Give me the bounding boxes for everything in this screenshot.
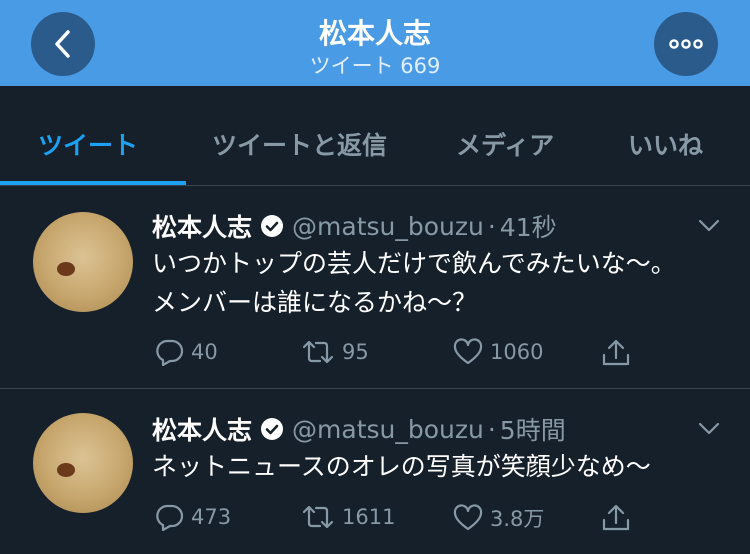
retweet-icon	[302, 505, 334, 529]
tab-tweets[interactable]: ツイート	[38, 126, 138, 162]
reply-button[interactable]: 473	[155, 503, 231, 531]
profile-header: 松本人志 ツイート 669	[0, 0, 750, 86]
like-button[interactable]: 1060	[452, 338, 543, 366]
avatar[interactable]	[33, 413, 133, 513]
share-button[interactable]	[600, 503, 638, 533]
more-horizontal-icon	[669, 39, 703, 49]
separator-dot: ·	[487, 414, 496, 444]
avatar-image-detail	[57, 463, 75, 477]
reply-count: 40	[191, 340, 218, 364]
tab-tweets-and-replies[interactable]: ツイートと返信	[212, 126, 387, 162]
share-icon	[602, 504, 630, 531]
avatar-image-detail	[57, 262, 75, 276]
retweet-count: 1611	[342, 505, 396, 529]
separator-dot: ·	[487, 211, 496, 241]
retweet-button[interactable]: 95	[300, 338, 369, 366]
reply-icon	[156, 504, 184, 531]
tweet-header: 松本人志 @matsu_bouzu · 5時間	[152, 411, 566, 447]
verified-badge-icon	[261, 215, 284, 237]
verified-badge-icon	[261, 418, 284, 440]
retweet-count: 95	[342, 340, 369, 364]
tweet-text: ネットニュースのオレの写真が笑顔少なめ〜	[152, 452, 651, 481]
share-button[interactable]	[600, 338, 638, 368]
tweet-author-name[interactable]: 松本人志	[152, 411, 252, 447]
tweet-item[interactable]: 松本人志 @matsu_bouzu · 5時間 ネットニュースのオレの写真が笑顔…	[0, 389, 750, 554]
heart-icon	[453, 504, 483, 531]
profile-tabs: ツイート ツイートと返信 メディア いいね	[0, 86, 750, 186]
retweet-button[interactable]: 1611	[300, 503, 395, 531]
tab-media[interactable]: メディア	[456, 126, 554, 162]
like-count: 1060	[490, 340, 544, 364]
retweet-icon	[302, 340, 334, 364]
tweet-timestamp[interactable]: 41秒	[500, 208, 557, 244]
tweet-header: 松本人志 @matsu_bouzu · 41秒	[152, 208, 557, 244]
share-icon	[602, 339, 630, 366]
tab-likes[interactable]: いいね	[628, 126, 703, 162]
active-tab-indicator	[0, 181, 186, 185]
like-button[interactable]: 3.8万	[452, 503, 544, 533]
chevron-down-icon[interactable]	[697, 218, 721, 234]
tweet-text: いつかトップの芸人だけで飲んでみたいな〜。メンバーは誰になるかね〜？	[152, 249, 676, 317]
tweet-author-name[interactable]: 松本人志	[152, 208, 252, 244]
avatar[interactable]	[33, 212, 133, 312]
tweet-item[interactable]: 松本人志 @matsu_bouzu · 41秒 いつかトップの芸人だけで飲んでみ…	[0, 186, 750, 389]
tweet-author-handle[interactable]: @matsu_bouzu	[292, 415, 484, 444]
reply-icon	[156, 339, 184, 366]
like-count: 3.8万	[490, 507, 545, 531]
heart-icon	[453, 338, 483, 365]
tweet-author-handle[interactable]: @matsu_bouzu	[292, 212, 484, 241]
reply-button[interactable]: 40	[155, 338, 218, 366]
reply-count: 473	[191, 505, 232, 529]
profile-name-title: 松本人志	[318, 17, 431, 50]
chevron-down-icon[interactable]	[697, 421, 721, 437]
more-button[interactable]	[654, 12, 718, 76]
tweet-count: ツイート 669	[309, 54, 441, 78]
tweet-timestamp[interactable]: 5時間	[500, 411, 566, 447]
